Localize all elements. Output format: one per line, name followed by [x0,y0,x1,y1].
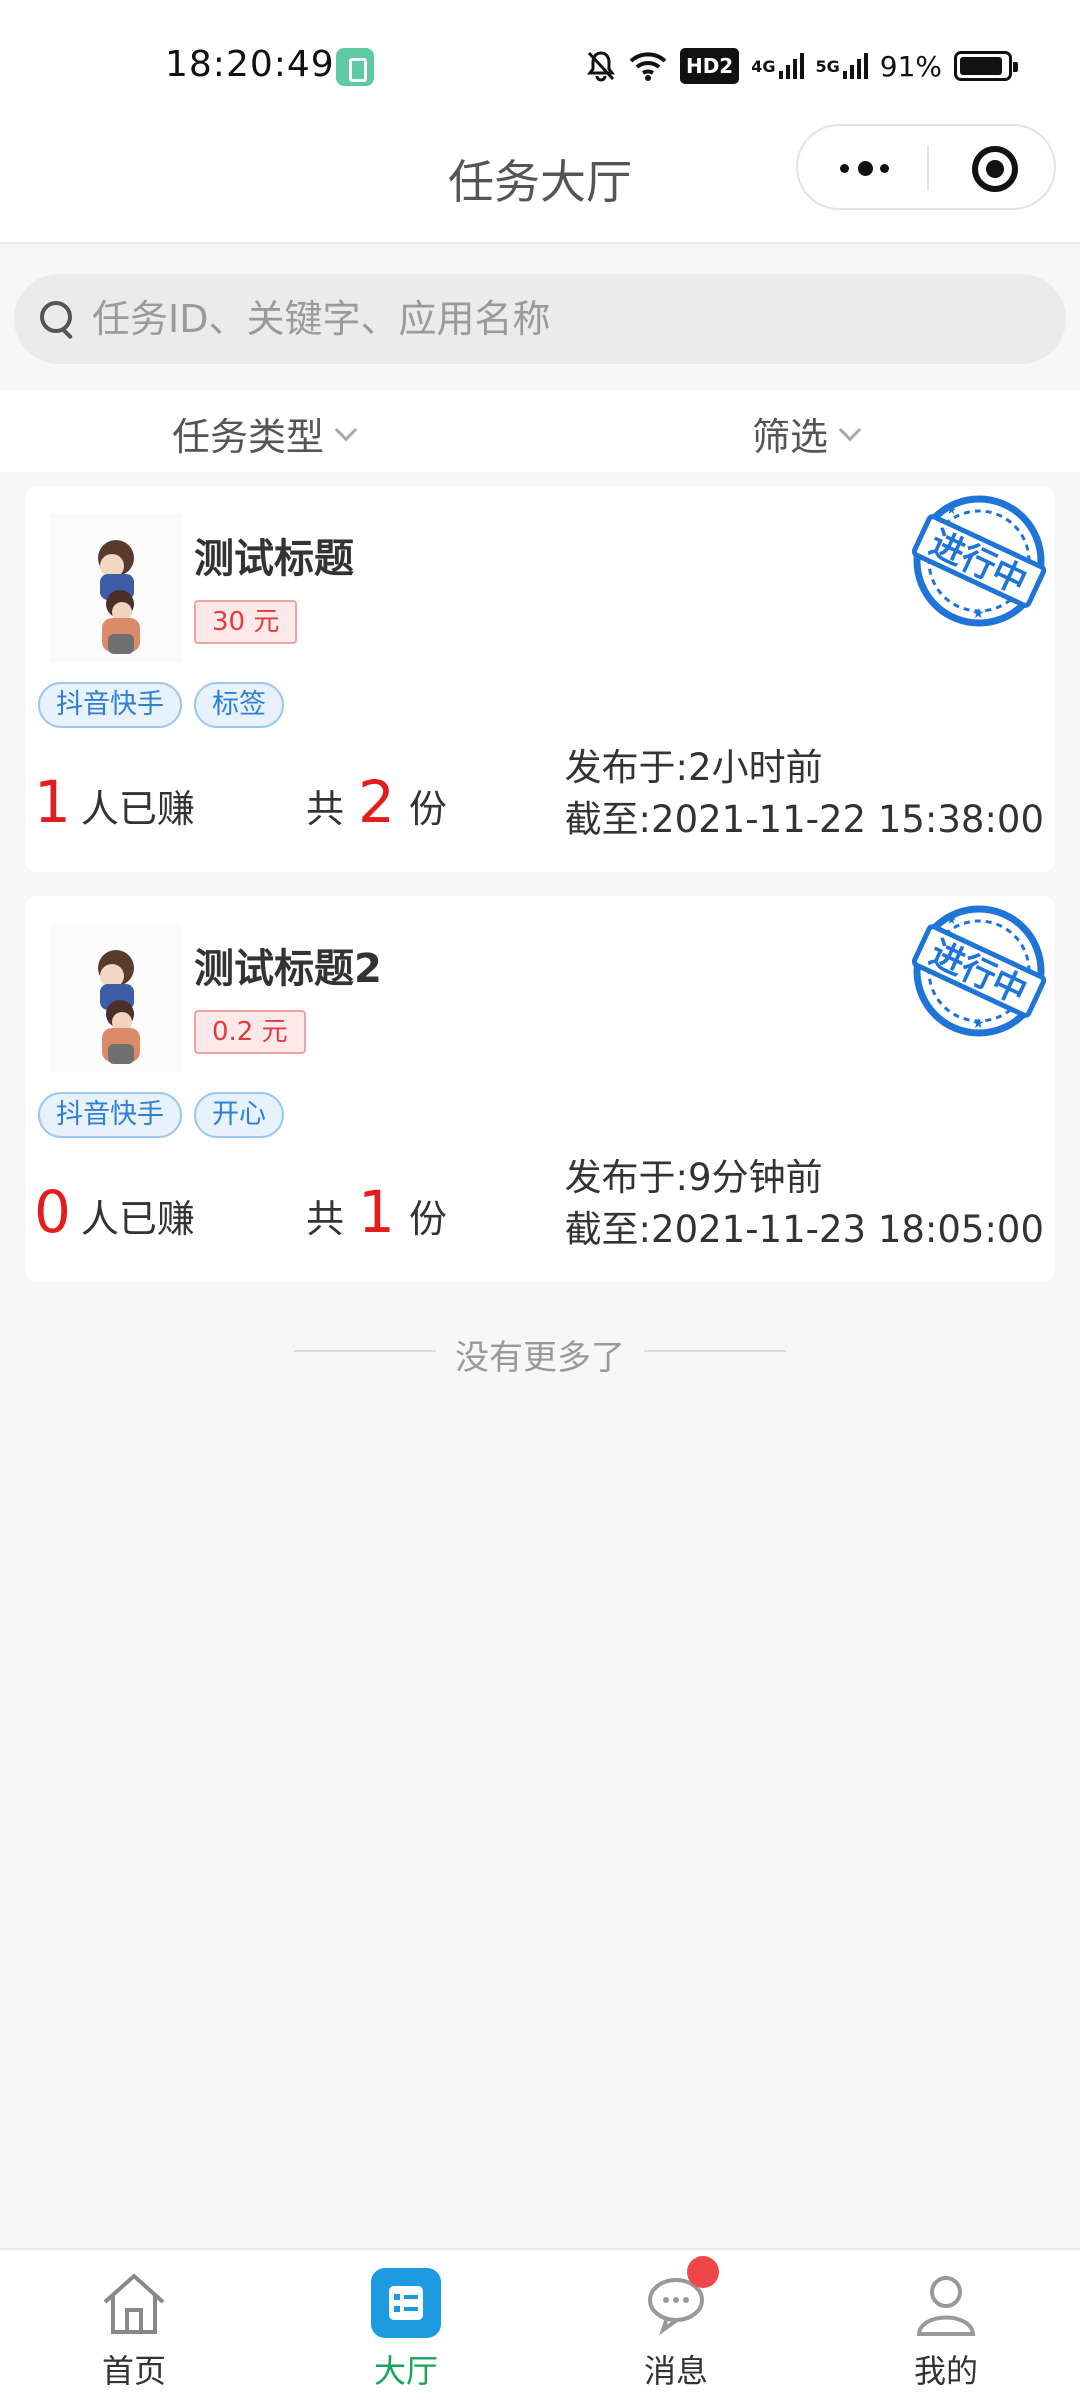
status-time: 18:20:49 [165,44,335,85]
tag-list: 抖音快手 开心 [38,1092,284,1138]
earned-stat: 0 人已赚 [34,1178,195,1246]
svg-text:★: ★ [972,606,985,622]
in-progress-stamp: 进行中 ★ ★ [912,495,1046,627]
signal-4g-icon: 4G [751,48,804,84]
signal-4g-label: 4G [751,56,776,76]
wifi-icon [628,48,668,84]
total-suffix: 份 [408,787,447,831]
no-more-text: 没有更多了 [455,1338,625,1378]
published-time: 发布于:2小时前 [564,746,823,789]
notification-badge [687,2256,719,2288]
task-card[interactable]: 测试标题 30 元 进行中 ★ ★ 抖音快手 标签 1 人已赚 共 2 份 发布… [26,486,1054,872]
task-list-icon [371,2268,441,2338]
signal-5g-icon: 5G [816,48,868,84]
task-thumbnail [50,514,182,662]
tag-list: 抖音快手 标签 [38,682,284,728]
tag: 开心 [194,1092,284,1138]
task-type-label: 任务类型 [172,415,325,459]
deadline-time: 截至:2021-11-23 18:05:00 [564,1208,1044,1251]
notification-app-icon [336,48,374,86]
tag: 抖音快手 [38,682,182,728]
signal-5g-label: 5G [815,56,840,76]
search-box[interactable] [14,274,1066,364]
total-suffix: 份 [408,1197,447,1241]
tab-label: 大厅 [373,2352,438,2390]
total-stat: 共 1 份 [306,1178,447,1246]
total-count: 1 [358,1178,395,1246]
task-title: 测试标题2 [194,946,382,992]
tab-messages[interactable]: 消息 [606,2256,746,2392]
earned-count: 0 [34,1178,71,1246]
task-title: 测试标题 [194,536,354,582]
title-bar: 任务大厅 [0,124,1080,244]
svg-text:★: ★ [946,913,957,927]
search-input[interactable] [92,297,992,341]
price-badge: 30 元 [194,600,298,644]
task-thumbnail [50,924,182,1072]
svg-text:★: ★ [946,503,957,517]
total-prefix: 共 [306,787,345,831]
home-icon [99,2268,169,2338]
filter-bar: 任务类型 筛选 [0,390,1080,472]
tab-home[interactable]: 首页 [64,2268,204,2392]
mute-bell-icon [586,48,616,84]
tag: 抖音快手 [38,1092,182,1138]
bottom-tab-bar: 首页 大厅 消息 我的 [0,2248,1080,2400]
deadline-time: 截至:2021-11-22 15:38:00 [564,798,1044,841]
capsule-divider [927,146,929,190]
task-card[interactable]: 测试标题2 0.2 元 进行中 ★ ★ 抖音快手 开心 0 人已赚 共 1 份 … [26,896,1054,1282]
filter-dropdown[interactable]: 筛选 [752,406,862,461]
price-badge: 0.2 元 [194,1010,306,1054]
task-type-dropdown[interactable]: 任务类型 [172,406,358,461]
chevron-down-icon [334,418,358,441]
total-prefix: 共 [306,1197,345,1241]
earned-stat: 1 人已赚 [34,768,195,836]
list-end-indicator: 没有更多了 [0,1320,1080,1380]
hd-voice-icon: HD2 [679,48,740,84]
search-icon [38,299,78,339]
chat-bubble-icon [641,2256,719,2338]
tab-label: 我的 [913,2352,978,2390]
tab-label: 首页 [101,2352,166,2390]
battery-icon [954,51,1018,81]
tab-label: 消息 [643,2352,708,2390]
total-stat: 共 2 份 [306,768,447,836]
filter-label: 筛选 [752,415,829,459]
tag: 标签 [194,682,284,728]
close-target-icon[interactable] [972,146,1018,192]
total-count: 2 [358,768,395,836]
published-time: 发布于:9分钟前 [564,1156,823,1199]
divider-line [644,1350,786,1352]
task-dates: 发布于:2小时前 截至:2021-11-22 15:38:00 [565,742,1044,846]
user-icon [911,2268,981,2338]
battery-percent: 91% [879,49,942,83]
tab-profile[interactable]: 我的 [876,2268,1016,2392]
search-section [0,246,1080,390]
task-dates: 发布于:9分钟前 截至:2021-11-23 18:05:00 [565,1152,1044,1256]
more-dots-icon[interactable] [836,160,896,178]
chevron-down-icon [838,418,862,441]
earned-count: 1 [34,768,71,836]
status-bar: 18:20:49 HD2 4G 5G 91% [0,0,1080,130]
earned-label: 人已赚 [80,1197,195,1241]
in-progress-stamp: 进行中 ★ ★ [912,905,1046,1037]
mini-program-capsule [796,124,1056,210]
svg-text:★: ★ [972,1016,985,1032]
tab-hall[interactable]: 大厅 [336,2268,476,2392]
earned-label: 人已赚 [80,787,195,831]
status-icons: HD2 4G 5G 91% [586,46,1018,86]
